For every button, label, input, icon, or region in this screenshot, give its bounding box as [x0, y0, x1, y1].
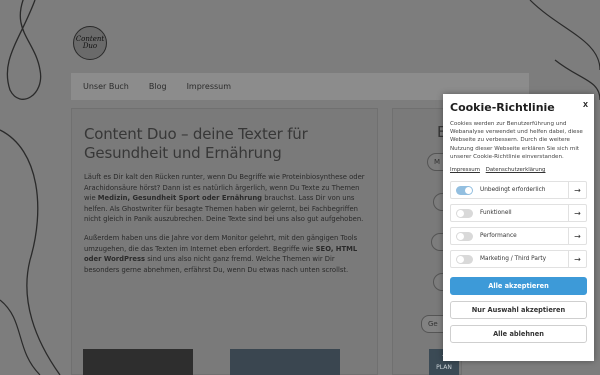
accept-selection-button[interactable]: Nur Auswahl akzeptieren [450, 301, 587, 320]
arrow-right-icon[interactable]: → [568, 228, 586, 245]
logo-text-line2: Duo [82, 42, 98, 50]
badge-line-2: PLAN [436, 364, 452, 371]
arrow-right-icon[interactable]: → [568, 205, 586, 222]
cookie-category-performance: Performance → [450, 227, 587, 246]
main-content-card: Content Duo – deine Texter für Gesundhei… [71, 108, 378, 375]
nav-item-unser-buch[interactable]: Unser Buch [83, 82, 129, 91]
reject-all-button[interactable]: Alle ablehnen [450, 325, 587, 344]
intro-paragraph-1: Läuft es Dir kalt den Rücken runter, wen… [84, 172, 365, 225]
accept-all-button[interactable]: Alle akzeptieren [450, 277, 587, 296]
intro-paragraph-2: Außerdem haben uns die Jahre vor dem Mon… [84, 233, 365, 275]
post-thumbnail-1[interactable] [83, 349, 193, 375]
cookie-category-functional: Funktionell → [450, 204, 587, 223]
cookie-category-necessary: Unbedingt erforderlich → [450, 181, 587, 200]
toggle-performance[interactable] [456, 231, 473, 241]
nav-item-blog[interactable]: Blog [149, 82, 167, 91]
toggle-functional[interactable] [456, 208, 473, 218]
p2-bold-1: SEO [315, 244, 331, 253]
nav-item-impressum[interactable]: Impressum [187, 82, 231, 91]
cookie-title: Cookie-Richtlinie [450, 101, 555, 114]
close-icon[interactable]: x [583, 99, 588, 109]
cookie-consent-dialog: x Cookie-Richtlinie Cookies werden zur B… [443, 94, 594, 361]
category-label: Marketing / Third Party [480, 256, 547, 263]
arrow-right-icon[interactable]: → [568, 251, 586, 268]
datenschutz-link[interactable]: Datenschutzerklärung [486, 167, 546, 173]
category-label: Unbedingt erforderlich [480, 187, 546, 194]
arrow-right-icon[interactable]: → [568, 182, 586, 199]
p1-bold-1: Medizin [97, 194, 128, 203]
cookie-links: Impressum Datenschutzerklärung [450, 167, 587, 173]
page-title: Content Duo – deine Texter für Gesundhei… [84, 125, 308, 162]
category-label: Performance [480, 233, 517, 240]
cookie-category-marketing: Marketing / Third Party → [450, 250, 587, 269]
toggle-marketing[interactable] [456, 254, 473, 264]
toggle-necessary[interactable] [456, 185, 473, 195]
category-label: Funktionell [480, 210, 512, 217]
post-thumbnail-2[interactable] [230, 349, 340, 375]
site-logo[interactable]: Content Duo [73, 26, 107, 60]
cookie-description: Cookies werden zur Benutzerführung und W… [450, 121, 583, 160]
p1-bold-2: Gesundheit Sport oder Ernährung [132, 194, 263, 203]
impressum-link[interactable]: Impressum [450, 167, 480, 173]
